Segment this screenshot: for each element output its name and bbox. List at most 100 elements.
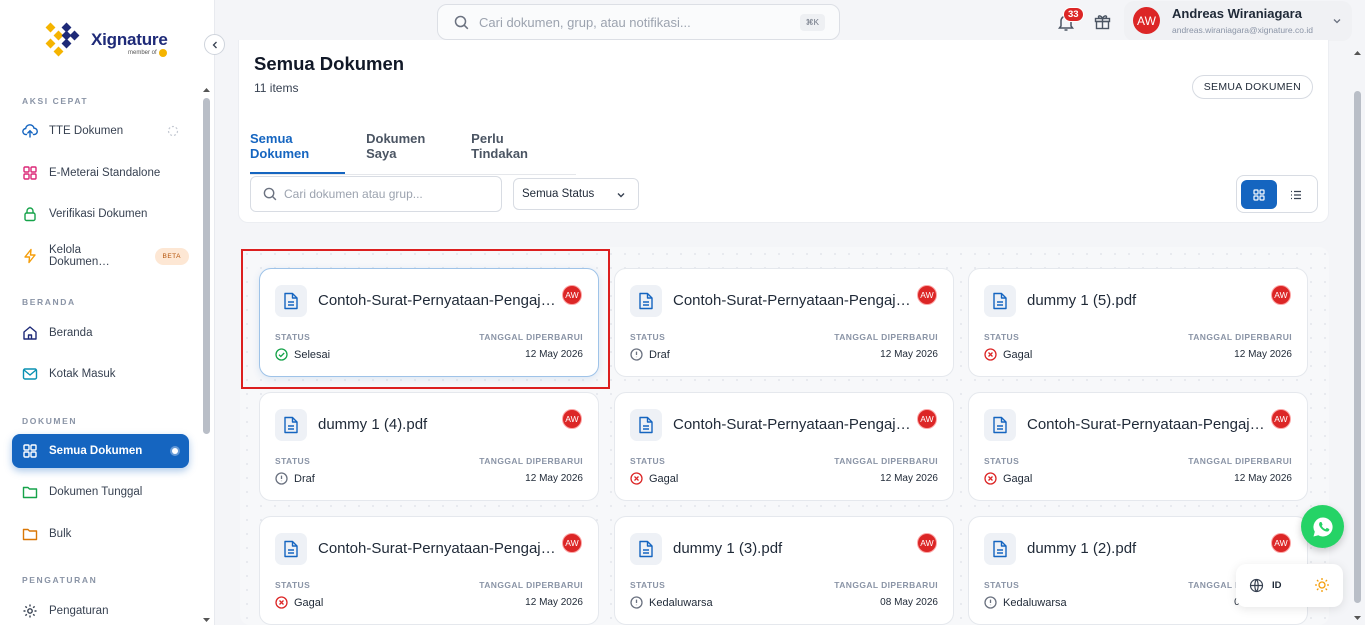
language-code[interactable]: ID bbox=[1272, 580, 1282, 591]
global-search-input[interactable]: Cari dokumen, grup, atau notifikasi... ⌘… bbox=[437, 4, 840, 40]
grid-icon bbox=[1253, 188, 1265, 201]
document-card[interactable]: Contoh-Surat-Pernyataan-Pengajuan AW STATU… bbox=[614, 392, 954, 501]
sidebar-item-label: Semua Dokumen bbox=[49, 445, 143, 457]
user-email: andreas.wiraniagara@xignature.co.id bbox=[1172, 25, 1313, 35]
info-circle-icon bbox=[984, 596, 1003, 609]
scroll-down-icon bbox=[1354, 616, 1361, 620]
status-filter-select[interactable]: Semua Status bbox=[513, 178, 639, 210]
document-title: Contoh-Surat-Pernyataan-Pengajuan bbox=[673, 292, 913, 309]
logo-icon bbox=[45, 22, 87, 58]
sidebar-item-beranda[interactable]: Beranda bbox=[12, 316, 189, 350]
sidebar-item-label: Verifikasi Dokumen bbox=[49, 208, 148, 220]
sidebar-item-verifikasi[interactable]: Verifikasi Dokumen bbox=[12, 197, 189, 231]
document-title: Contoh-Surat-Pernyataan-Pengajuan bbox=[318, 540, 558, 557]
highlight-box bbox=[241, 249, 610, 389]
sidebar-item-e-meterai[interactable]: E-Meterai Standalone bbox=[12, 156, 189, 190]
status-filter-value: Semua Status bbox=[522, 188, 595, 200]
list-icon bbox=[1291, 190, 1301, 199]
main-scrollbar[interactable] bbox=[1352, 46, 1363, 625]
collapse-sidebar-button[interactable] bbox=[204, 34, 225, 55]
grid-icon bbox=[23, 444, 37, 458]
status-value: Kedaluwarsa bbox=[630, 596, 713, 609]
avatar: AW bbox=[1133, 7, 1160, 34]
date-label: TANGGAL DIPERBARUI bbox=[834, 580, 938, 590]
scrollbar-thumb[interactable] bbox=[1354, 91, 1361, 603]
date-label: TANGGAL DIPERBARUI bbox=[834, 332, 938, 342]
date-label: TANGGAL DIPERBARUI bbox=[1188, 332, 1292, 342]
document-tabs: Semua Dokumen Dokumen Saya Perlu Tindaka… bbox=[250, 131, 576, 175]
search-icon bbox=[263, 187, 277, 201]
sidebar-item-label: E-Meterai Standalone bbox=[49, 167, 161, 179]
page-title: Semua Dokumen bbox=[254, 53, 405, 74]
whatsapp-button[interactable] bbox=[1301, 505, 1344, 548]
owner-avatar: AW bbox=[1271, 285, 1291, 305]
document-card[interactable]: dummy 1 (5).pdf AW STATUS TANGGAL DIPERBARU… bbox=[968, 268, 1308, 377]
document-title: Contoh-Surat-Pernyataan-Pengajuan bbox=[1027, 416, 1267, 433]
document-title: Contoh-Surat-Pernyataan-Pengajuan bbox=[673, 416, 913, 433]
status-text: Gagal bbox=[1003, 472, 1033, 485]
brand-logo[interactable]: Xignature member of bbox=[45, 22, 168, 58]
document-card[interactable]: dummy 1 (4).pdf AW STATUS TANGGAL DIPERBARU… bbox=[259, 392, 599, 501]
document-search-input[interactable]: Cari dokumen atau grup... bbox=[250, 176, 502, 212]
section-documents: DOKUMEN bbox=[22, 416, 78, 426]
user-menu[interactable]: AW Andreas Wiraniagara andreas.wiraniaga… bbox=[1124, 1, 1352, 41]
file-icon bbox=[630, 285, 662, 317]
folder-icon bbox=[22, 486, 38, 499]
file-icon bbox=[984, 533, 1016, 565]
sidebar-scrollbar[interactable] bbox=[202, 86, 211, 625]
status-label: STATUS bbox=[630, 332, 666, 342]
active-indicator bbox=[172, 448, 178, 454]
document-card[interactable]: Contoh-Surat-Pernyataan-Pengajuan AW STATU… bbox=[968, 392, 1308, 501]
status-value: Gagal bbox=[984, 472, 1032, 485]
status-text: Gagal bbox=[1003, 348, 1033, 361]
section-settings: PENGATURAN bbox=[22, 575, 98, 585]
scope-badge: SEMUA DOKUMEN bbox=[1191, 75, 1313, 99]
sidebar: Xignature member of AKSI CEPAT TTE Dokum… bbox=[0, 0, 215, 625]
globe-icon[interactable] bbox=[1249, 578, 1264, 593]
sidebar-item-dokumen-tunggal[interactable]: Dokumen Tunggal bbox=[12, 475, 189, 509]
scroll-down-icon bbox=[203, 618, 210, 622]
sidebar-item-bulk[interactable]: Bulk bbox=[12, 517, 189, 551]
sidebar-item-kelola-dokumen[interactable]: Kelola Dokumen… BETA bbox=[12, 239, 189, 273]
sidebar-item-pengaturan[interactable]: Pengaturan bbox=[12, 594, 189, 625]
home-icon bbox=[23, 326, 37, 340]
view-toggle bbox=[1236, 175, 1318, 213]
list-view-button[interactable] bbox=[1278, 180, 1314, 209]
sidebar-item-kotak-masuk[interactable]: Kotak Masuk bbox=[12, 357, 189, 391]
x-circle-icon bbox=[984, 472, 1003, 485]
tab-semua-dokumen[interactable]: Semua Dokumen bbox=[250, 131, 346, 174]
status-label: STATUS bbox=[984, 580, 1020, 590]
sun-icon[interactable] bbox=[1314, 577, 1330, 593]
status-value: Gagal bbox=[630, 472, 678, 485]
document-card[interactable]: Contoh-Surat-Pernyataan-Pengajuan AW STATU… bbox=[259, 516, 599, 625]
file-icon bbox=[275, 533, 307, 565]
x-circle-icon bbox=[630, 472, 649, 485]
tab-dokumen-saya[interactable]: Dokumen Saya bbox=[366, 131, 450, 174]
x-circle-icon bbox=[984, 348, 1003, 361]
document-card[interactable]: dummy 1 (3).pdf AW STATUS TANGGAL DIPERBARU… bbox=[614, 516, 954, 625]
status-label: STATUS bbox=[984, 332, 1020, 342]
grid-view-button[interactable] bbox=[1241, 180, 1277, 209]
date-label: TANGGAL DIPERBARUI bbox=[479, 580, 583, 590]
gift-icon[interactable] bbox=[1094, 13, 1111, 30]
tab-perlu-tindakan[interactable]: Perlu Tindakan bbox=[471, 131, 555, 174]
scrollbar-thumb[interactable] bbox=[203, 98, 210, 434]
updated-date: 12 May 2026 bbox=[880, 349, 938, 360]
status-text: Gagal bbox=[294, 596, 324, 609]
sidebar-item-tte-dokumen[interactable]: TTE Dokumen bbox=[12, 114, 189, 148]
file-icon bbox=[630, 533, 662, 565]
info-circle-icon bbox=[630, 596, 649, 609]
language-theme-box: ID bbox=[1236, 564, 1343, 607]
sidebar-item-label: Beranda bbox=[49, 327, 93, 339]
updated-date: 08 May 2026 bbox=[880, 597, 938, 608]
date-label: TANGGAL DIPERBARUI bbox=[834, 456, 938, 466]
status-label: STATUS bbox=[630, 456, 666, 466]
document-card[interactable]: Contoh-Surat-Pernyataan-Pengajuan AW STATU… bbox=[614, 268, 954, 377]
sidebar-item-label: Bulk bbox=[49, 528, 72, 540]
mail-icon bbox=[22, 368, 38, 380]
brand-name: Xignature bbox=[91, 30, 168, 49]
owner-avatar: AW bbox=[917, 533, 937, 553]
sidebar-item-semua-dokumen[interactable]: Semua Dokumen bbox=[12, 434, 189, 468]
status-text: Gagal bbox=[649, 472, 679, 485]
search-icon bbox=[454, 15, 469, 29]
